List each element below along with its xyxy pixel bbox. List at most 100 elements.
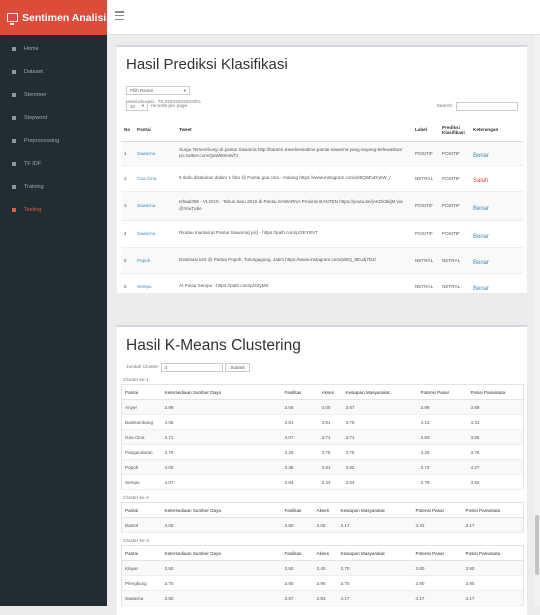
cluster-cell: 3.64 [345,479,355,485]
jumlah-cluster-input[interactable]: 3 [161,362,224,372]
col-tweet[interactable]: Tweet [176,119,412,141]
app-title: Sentimen Analisis [22,11,113,24]
sidebar-item-stopword[interactable]: Stopword [0,106,107,129]
cell-label: NETRAL [415,175,434,181]
cluster-header: Ketersediaan Sumber Daya [164,389,221,395]
cell-no: 3 [124,203,127,208]
cluster-cell: 3.75 [470,449,480,455]
cluster-cell: 3.33 [415,522,425,528]
table-row: 3 Sawarna Ishaal355 - VLOGS - Tahun baru… [121,191,523,220]
table-row: 6 Sempu At Pulau Sempu - https://path.co… [121,273,523,293]
col-label[interactable]: Label [412,119,439,141]
sidebar-item-stemmer[interactable]: Stemmer [0,83,107,106]
sidebar-item-label: Testing [24,206,42,213]
cluster-cell: Sempu [125,479,140,485]
cell-label: POSITIF [415,203,433,208]
table-row: Popoh 4.00 3.36 3.91 3.82 3.73 4.27 [121,459,524,475]
table-row: 1 Sawarna Surga Tersembunyi di pantai Sa… [121,141,523,165]
cell-pantai[interactable]: Sawarna [134,141,176,165]
cluster-cell: Balekambang [125,419,154,425]
cluster-header: Potensi Pasar [415,550,445,556]
search-label: Search: [436,103,453,109]
sidebar-item-training[interactable]: Training [0,175,107,198]
cell-label: POSITIF [415,231,433,236]
cluster-header: Pantai [125,389,139,395]
stemmer-icon [12,92,16,97]
cluster-cell: 4.00 [164,522,174,528]
cluster-header: Fasilitas [284,550,302,556]
cluster-cell: 3.56 [284,404,294,410]
cluster-cell: 3.50 [284,565,294,571]
cluster-cell: 3.43 [321,479,331,485]
cluster-cell: 3.73 [420,464,430,470]
cluster-cell: 3.70 [164,580,174,586]
cell-pantai[interactable]: Sawarna [134,220,176,247]
cluster-cell: 3.00 [316,522,326,528]
cluster-header: Fasilitas [284,389,302,395]
per-page-label: records per page [151,103,188,109]
cell-keterangan: Benar [473,153,490,159]
col-no[interactable]: No [121,119,134,141]
kmeans-title: Hasil K-Means Clustering [126,337,301,354]
cluster-cell: 3.71 [345,434,355,440]
cluster-cell: Sawarna [125,595,144,601]
cluster-cell: Klayar [125,565,139,571]
cluster-cell: 3.71 [164,434,174,440]
cluster-cell: 4.17 [415,595,425,601]
cluster-header: Potensi Pasar [415,507,445,513]
cluster-cell: 3.71 [321,434,331,440]
cluster-cell: 3.75 [345,449,355,455]
table-row: Anyer 3.89 3.56 4.00 3.67 3.89 3.89 [121,399,524,415]
dataset-icon [12,69,16,74]
pantai-filter-select[interactable]: Pilih Pantai ▾ [126,86,190,95]
cell-prediksi: POSITIF [442,203,460,208]
search-input[interactable] [456,101,518,111]
cell-prediksi: POSITIF [442,175,460,181]
sidebar-item-preprocessing[interactable]: Preprocessing [0,129,107,152]
col-keterangan[interactable]: Keterangan [470,119,523,141]
cell-keterangan: Benar [473,233,490,240]
cluster-cell: 3.89 [164,404,174,410]
col-prediksi[interactable]: Prediksi Klasifikasi [439,119,470,141]
cluster-cell: 4.07 [284,434,294,440]
page-size-select[interactable]: 10 ▾ [126,101,148,111]
cluster-caption: Cluster ke-2 [123,496,149,501]
cluster-cell: 4.31 [470,419,480,425]
cluster-cell: 3.40 [316,565,326,571]
table-row: Pangandaran 3.75 3.25 3.75 3.75 4.25 3.75 [121,445,524,460]
cluster-cell: 3.89 [470,404,480,410]
scrollbar-thumb[interactable] [535,515,539,575]
cell-pantai[interactable]: Sawarna [134,191,176,220]
sidebar-item-home[interactable]: Home [0,37,107,60]
cell-pantai[interactable]: Sempu [134,273,176,293]
cluster-cell: 4.27 [470,464,480,470]
cell-pantai[interactable]: Goa Cina [134,165,176,191]
scrollbar[interactable] [534,35,540,606]
cluster-caption: Cluster ke-1 [123,378,149,383]
sidebar-item-testing[interactable]: Testing [0,198,107,221]
col-pantai[interactable]: Pantai [134,119,176,141]
cluster-cell: 3.17 [340,522,350,528]
cluster-cell: 3.17 [465,522,475,528]
cluster-header: Kesiapan Masyarakat [340,507,385,513]
table-row: Klayar 3.50 3.50 3.40 3.70 3.80 3.90 [121,560,524,576]
cluster-cell: 4.06 [164,419,174,425]
cell-pantai[interactable]: Popoh [134,247,176,273]
cluster-cell: 3.67 [345,404,355,410]
monitor-icon [7,13,18,25]
cell-no: 4 [124,231,127,236]
cluster-cell: 3.91 [321,464,331,470]
submit-button[interactable]: Submit [225,362,250,372]
cluster-cell: 3.75 [321,449,331,455]
cluster-cell: 3.79 [420,479,430,485]
brand-logo[interactable]: Sentimen Analisis [0,0,112,35]
cluster-cell: Plengkung [125,580,147,586]
cluster-header: Akses [316,550,330,556]
sidebar-item-tf-idf[interactable]: TF IDF [0,152,107,175]
table-row: Sempu 4.07 3.64 3.43 3.64 3.79 3.93 [121,475,524,490]
chevron-down-icon: ▾ [141,103,144,108]
sidebar-item-label: Stemmer [24,91,47,98]
menu-toggle-icon[interactable] [115,11,124,20]
cell-keterangan: Salah [473,178,489,184]
sidebar-item-dataset[interactable]: Dataset [0,60,107,83]
